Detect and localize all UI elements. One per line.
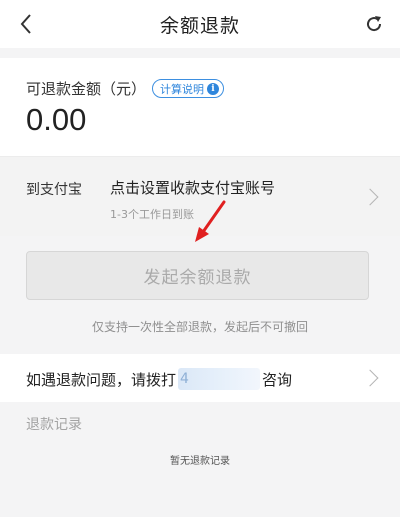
refresh-icon: [367, 16, 382, 32]
payout-time-hint: 1-3个工作日到账: [110, 208, 194, 221]
calc-explanation-link[interactable]: 计算说明 i: [152, 79, 225, 98]
initiate-refund-button[interactable]: 发起余额退款: [26, 251, 369, 300]
records-empty-state: 暂无退款记录: [170, 456, 230, 467]
chevron-right-icon: [361, 369, 379, 387]
phone-number-redacted[interactable]: 4: [178, 368, 261, 390]
balance-amount: 0.00: [26, 102, 87, 137]
refund-note: 仅支持一次性全部退款，发起后不可撤回: [91, 320, 308, 334]
calc-explanation-label: 计算说明: [160, 82, 205, 96]
balance-label: 可退款金额（元）: [26, 80, 147, 98]
chevron-right-icon: [361, 188, 379, 206]
annotation-arrow-icon: [195, 200, 226, 242]
payout-label: 到支付宝: [26, 182, 82, 198]
refund-records-section: 退款记录 暂无退款记录: [0, 402, 400, 517]
nav-header: 余额退款: [0, 0, 400, 48]
payout-account-value: 点击设置收款支付宝账号: [110, 179, 276, 197]
contact-prefix: 如遇退款问题，请拨打: [26, 370, 177, 389]
balance-label-row: 可退款金额（元） 计算说明 i: [26, 78, 225, 99]
contact-text: 如遇退款问题，请拨打 4 咨询: [26, 368, 292, 390]
contact-support-row[interactable]: 如遇退款问题，请拨打 4 咨询: [0, 354, 400, 402]
chevron-left-icon: [20, 14, 31, 34]
refresh-button[interactable]: [362, 11, 386, 37]
balance-card: 可退款金额（元） 计算说明 i 0.00: [0, 58, 400, 156]
info-icon: i: [207, 82, 220, 95]
page-title: 余额退款: [159, 14, 240, 37]
back-button[interactable]: [14, 10, 38, 38]
records-title: 退款记录: [26, 417, 82, 433]
contact-suffix: 咨询: [262, 370, 293, 389]
